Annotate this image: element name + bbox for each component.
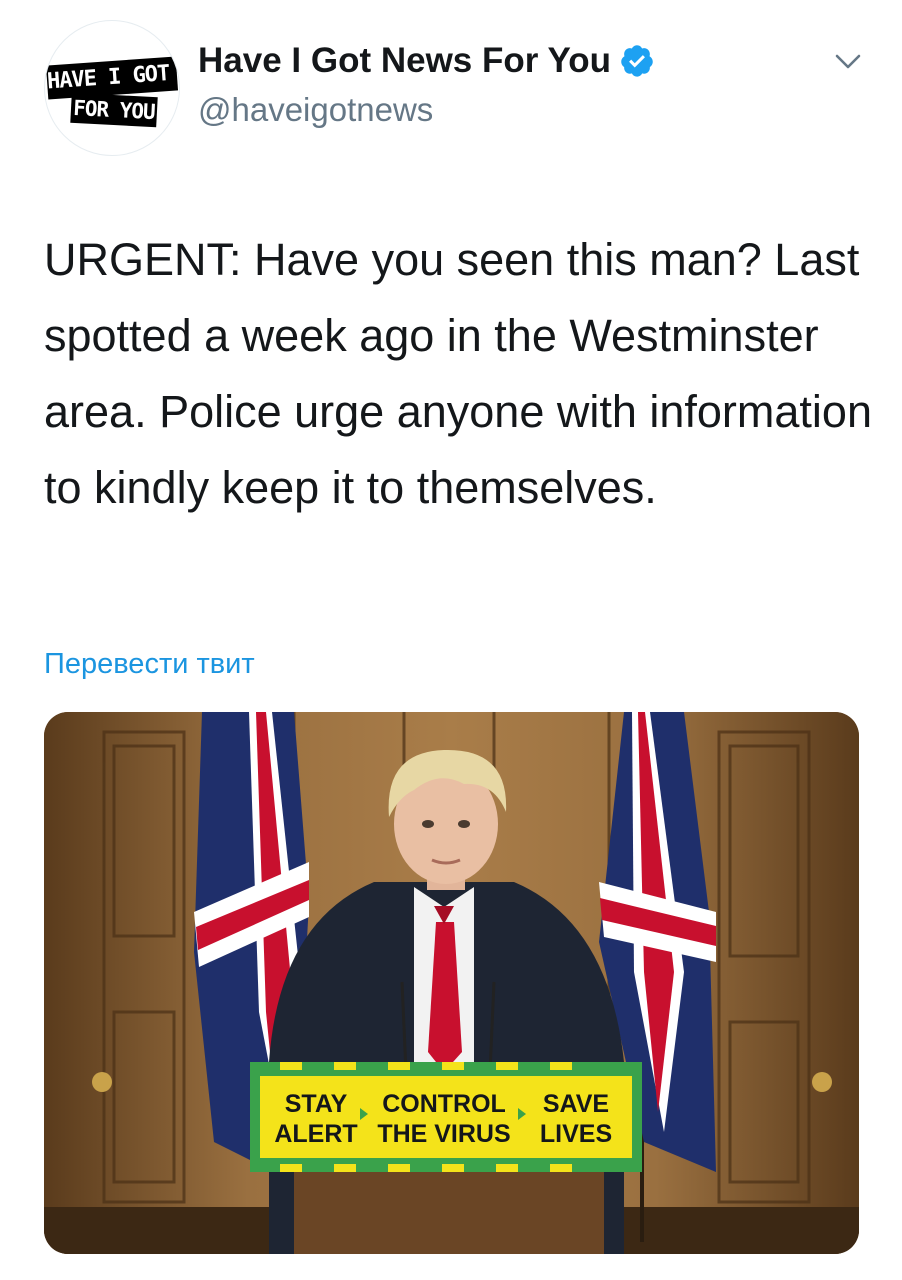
- sign-text-control: CONTROL: [382, 1090, 506, 1118]
- podium-sign: STAY ALERT CONTROL THE VIRUS SAVE LIVES: [250, 1062, 642, 1172]
- avatar-logo-line1: HAVE I GOT NEWS: [45, 56, 179, 100]
- press-conference-image: STAY ALERT CONTROL THE VIRUS SAVE LIVES: [44, 712, 859, 1254]
- tweet-text: URGENT: Have you seen this man? Last spo…: [44, 234, 872, 513]
- tweet-photo[interactable]: STAY ALERT CONTROL THE VIRUS SAVE LIVES: [44, 712, 859, 1254]
- display-name[interactable]: Have I Got News For You: [198, 40, 611, 82]
- sign-text-the-virus: THE VIRUS: [377, 1120, 510, 1148]
- chevron-down-icon[interactable]: [832, 48, 864, 74]
- account-avatar[interactable]: HAVE I GOT NEWS FOR YOU: [44, 20, 180, 156]
- sign-text-save: SAVE: [543, 1090, 609, 1118]
- translate-tweet-link[interactable]: Перевести твит: [44, 645, 255, 683]
- sign-text-lives: LIVES: [540, 1120, 612, 1148]
- account-handle[interactable]: @haveigotnews: [198, 90, 433, 130]
- door-handle-left: [92, 1072, 112, 1092]
- sign-text-alert: ALERT: [274, 1120, 357, 1148]
- display-name-row[interactable]: Have I Got News For You: [198, 40, 655, 82]
- verified-badge-icon: [621, 45, 653, 77]
- sign-text-stay: STAY: [285, 1090, 348, 1118]
- avatar-logo-line2: FOR YOU: [70, 92, 158, 128]
- door-handle-right: [812, 1072, 832, 1092]
